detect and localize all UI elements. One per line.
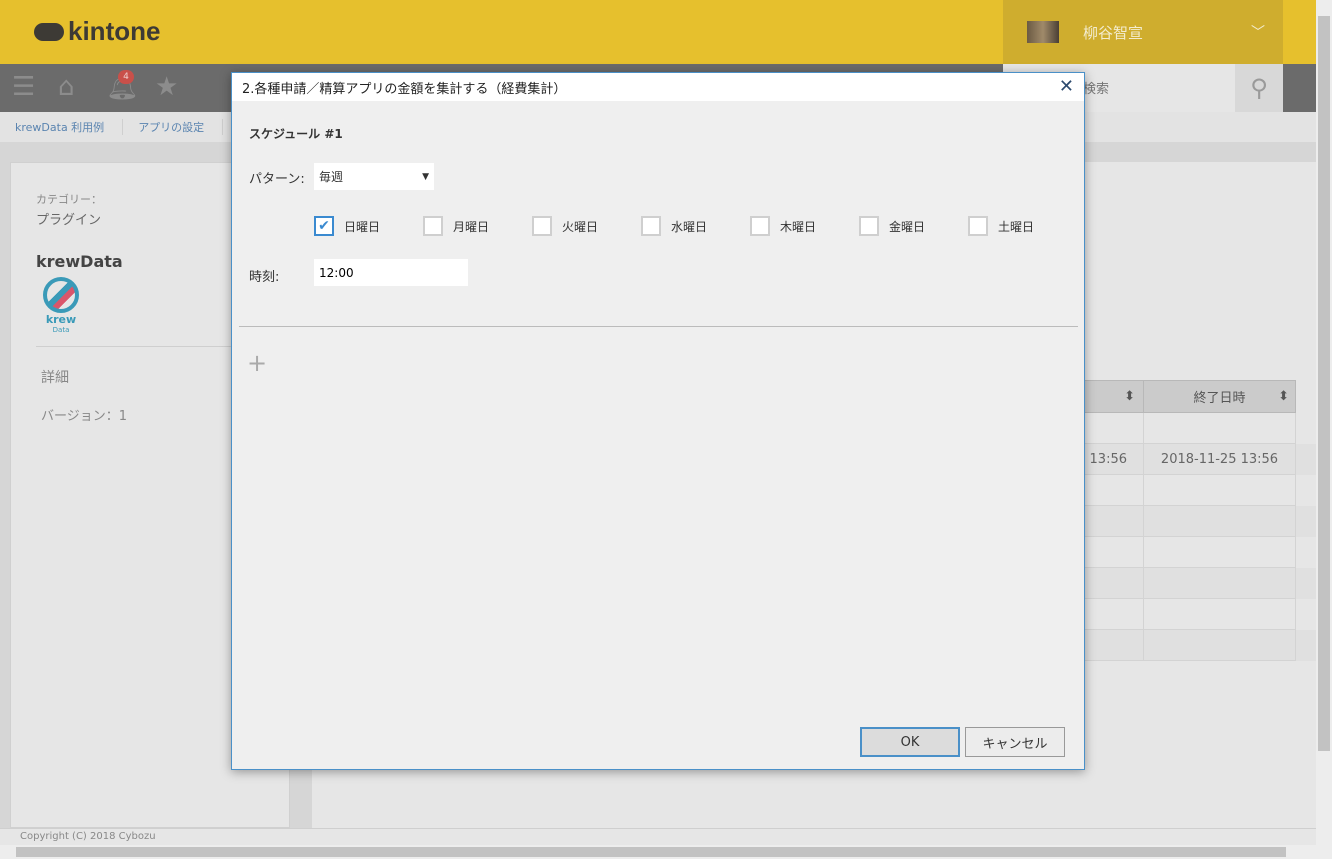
plugin-name: krewData	[36, 252, 123, 271]
table-cell	[1144, 599, 1296, 630]
dialog-title: 2.各種申請／精算アプリの金額を集計する（経費集計）	[242, 81, 567, 97]
vertical-scrollbar[interactable]	[1316, 0, 1332, 845]
table-row	[1060, 568, 1316, 599]
table-row	[1060, 630, 1316, 661]
notification-badge: 4	[118, 70, 134, 84]
cancel-button[interactable]: キャンセル	[965, 727, 1065, 757]
table-row	[1060, 599, 1316, 630]
horizontal-scrollbar[interactable]	[0, 845, 1332, 859]
day-checkbox-6[interactable]: 土曜日	[968, 216, 1034, 236]
checkbox[interactable]	[968, 216, 988, 236]
avatar	[1027, 21, 1059, 43]
checkmark-icon: ✔	[318, 218, 330, 234]
breadcrumb-item[interactable]: アプリの設定	[123, 119, 224, 135]
day-checkbox-5[interactable]: 金曜日	[859, 216, 925, 236]
table-row	[1060, 506, 1316, 537]
table-row: 13:56 2018-11-25 13:56	[1060, 444, 1316, 475]
user-menu[interactable]: 柳谷智宣 ﹀	[1003, 0, 1283, 64]
day-label: 日曜日	[344, 219, 381, 234]
ok-button[interactable]: OK	[860, 727, 960, 757]
table-cell	[1144, 537, 1296, 568]
category-label: カテゴリー：	[36, 193, 102, 206]
sort-icon: ⬍	[1278, 389, 1289, 404]
add-schedule-icon[interactable]: +	[247, 349, 267, 377]
kintone-logo[interactable]: kintone	[34, 16, 160, 47]
table-cell	[1144, 413, 1296, 444]
checkbox[interactable]	[423, 216, 443, 236]
checkbox[interactable]: ✔	[314, 216, 334, 236]
day-label: 水曜日	[671, 219, 708, 234]
day-checkbox-2[interactable]: 火曜日	[532, 216, 598, 236]
day-label: 土曜日	[998, 219, 1035, 234]
day-checkbox-1[interactable]: 月曜日	[423, 216, 489, 236]
table-row	[1060, 413, 1316, 444]
sort-icon: ⬍	[1124, 389, 1135, 404]
table-row	[1060, 475, 1316, 506]
pattern-select[interactable]: 毎週 ▼	[314, 163, 434, 190]
table-cell	[1144, 506, 1296, 537]
column-header-end-time[interactable]: 終了日時 ⬍	[1143, 380, 1296, 413]
day-checkbox-4[interactable]: 木曜日	[750, 216, 816, 236]
table-row	[1060, 537, 1316, 568]
search-icon: ⚲	[1250, 74, 1268, 102]
details-link[interactable]: 詳細	[41, 367, 259, 387]
close-icon[interactable]: ✕	[1059, 76, 1074, 97]
time-label: 時刻:	[249, 270, 280, 285]
pattern-label: パターン:	[249, 172, 305, 187]
table-cell	[1144, 630, 1296, 661]
footer: Copyright (C) 2018 Cybozu	[0, 828, 1316, 845]
checkbox[interactable]	[859, 216, 879, 236]
schedule-title: スケジュール #1	[249, 127, 343, 141]
star-icon[interactable]: ★	[155, 72, 178, 102]
table-cell	[1144, 568, 1296, 599]
dropdown-arrow-icon: ▼	[422, 171, 429, 182]
checkbox[interactable]	[532, 216, 552, 236]
table-cell: 2018-11-25 13:56	[1144, 444, 1296, 475]
table-body: 13:56 2018-11-25 13:56	[1060, 413, 1316, 661]
plugin-logo: krew Data	[36, 277, 86, 334]
home-icon[interactable]: ⌂	[58, 72, 75, 102]
version-text: バージョン：1	[41, 409, 128, 424]
day-label: 木曜日	[780, 219, 817, 234]
day-label: 月曜日	[453, 219, 490, 234]
menu-icon[interactable]: ☰	[12, 72, 35, 102]
category-value: プラグイン	[36, 213, 102, 228]
divider	[239, 326, 1078, 327]
day-label: 金曜日	[889, 219, 926, 234]
cloud-icon	[34, 22, 64, 41]
day-checkbox-3[interactable]: 水曜日	[641, 216, 707, 236]
user-name: 柳谷智宣	[1083, 23, 1144, 42]
dialog-title-bar: 2.各種申請／精算アプリの金額を集計する（経費集計） ✕	[232, 73, 1084, 101]
schedule-dialog: 2.各種申請／精算アプリの金額を集計する（経費集計） ✕ スケジュール #1 パタ…	[231, 72, 1085, 770]
breadcrumb-item[interactable]: krewData 利用例	[0, 119, 124, 135]
checkbox[interactable]	[750, 216, 770, 236]
day-checkbox-0[interactable]: ✔ 日曜日	[314, 216, 380, 236]
day-label: 火曜日	[562, 219, 599, 234]
time-input[interactable]	[314, 259, 468, 286]
search-button[interactable]: ⚲	[1235, 64, 1283, 112]
checkbox[interactable]	[641, 216, 661, 236]
chevron-down-icon: ﹀	[1251, 25, 1265, 41]
table-cell	[1144, 475, 1296, 506]
